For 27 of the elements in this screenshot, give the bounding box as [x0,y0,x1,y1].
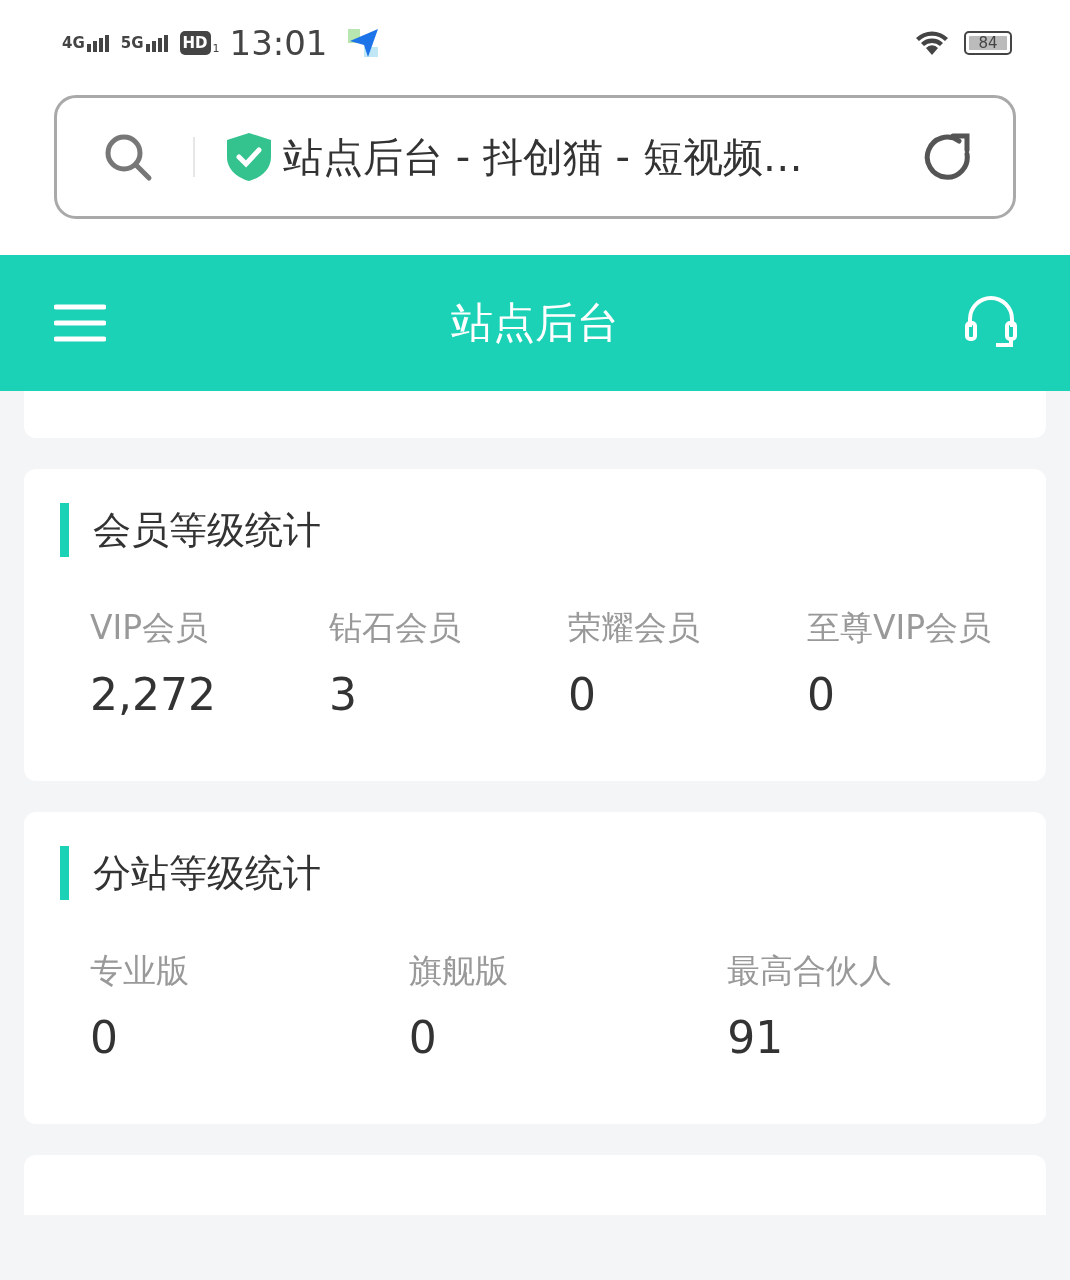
page-title: 站点后台 - 抖创猫 - 短视频… [283,132,804,182]
search-icon[interactable] [103,132,153,182]
stat-value: 3 [329,668,358,722]
paper-plane-icon [347,26,380,59]
stat-value: 91 [727,1011,785,1065]
stat-value: 0 [90,1011,119,1065]
section-title: 分站等级统计 [60,846,321,900]
clock: 13:01 [229,22,328,63]
stat-label: 钻石会员 [329,607,462,649]
stat-label: 最高合伙人 [727,950,894,992]
stat-label: 专业版 [90,950,190,992]
stat-value: 0 [408,1011,438,1065]
section-title: 会员等级统计 [60,503,321,557]
stat-value: 2,272 [90,668,217,722]
header-title: 站点后台 [451,297,619,349]
stat-label: VIP会员 [90,607,210,649]
reload-icon[interactable] [923,132,973,182]
address-bar[interactable]: 站点后台 - 抖创猫 - 短视频… [54,95,1016,219]
stat-value: 0 [568,668,597,722]
stat-value: 0 [807,668,836,722]
hd-badge: HD [179,30,211,55]
stat-label: 荣耀会员 [568,607,701,649]
stat-label: 旗舰版 [408,950,509,992]
battery-icon: 84 [964,30,1012,55]
stat-label: 至尊VIP会员 [807,607,993,649]
shield-check-icon [225,131,273,183]
sim-number: 1 [212,42,220,55]
